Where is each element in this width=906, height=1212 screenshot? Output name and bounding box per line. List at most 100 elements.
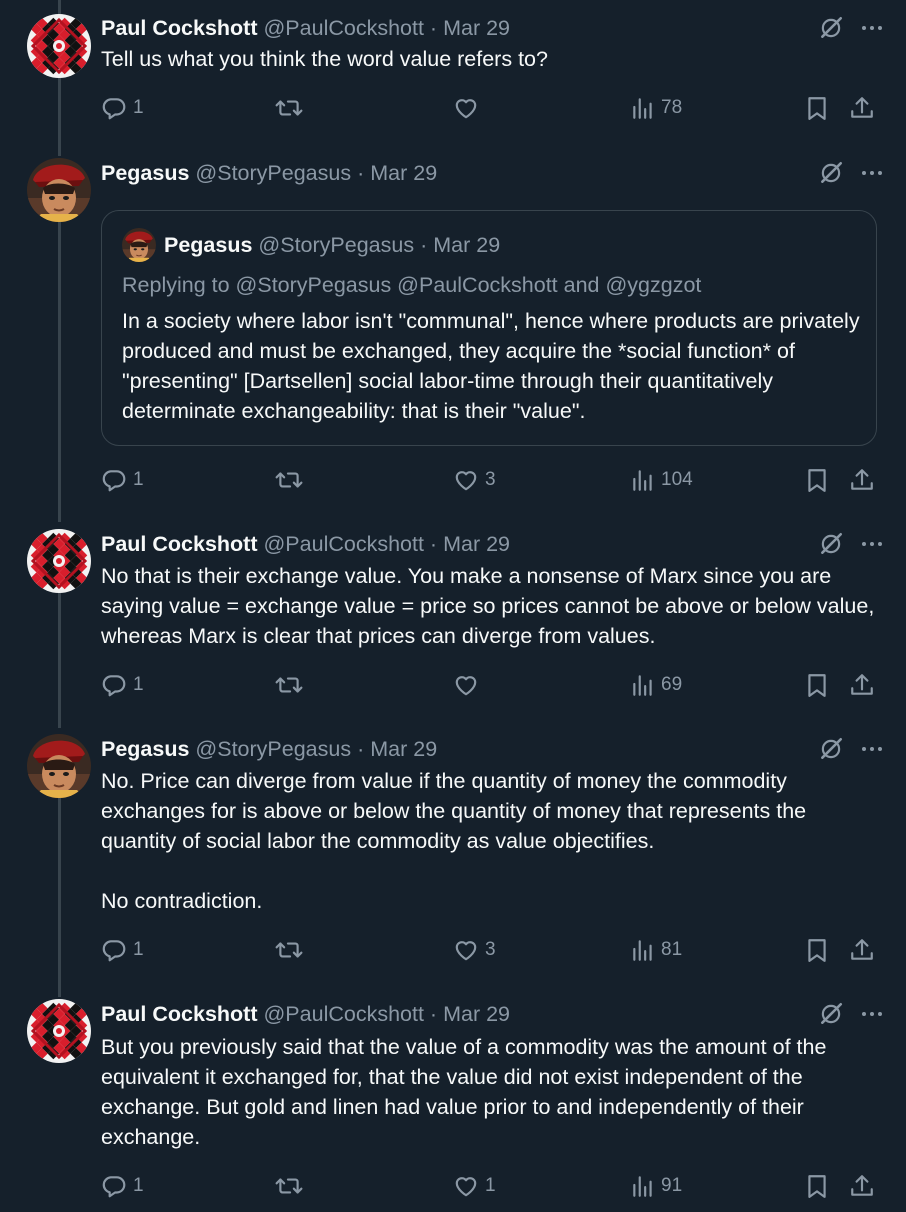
retweet-icon [275, 937, 303, 963]
like-button[interactable] [453, 93, 485, 123]
quoted-avatar [122, 228, 156, 262]
separator: · [420, 232, 428, 257]
tweet-actions: 1 69 [101, 670, 881, 700]
retweet-icon [275, 672, 303, 698]
avatar[interactable] [27, 14, 91, 78]
reply-icon [101, 95, 127, 121]
like-button[interactable] [453, 670, 485, 700]
like-count: 1 [485, 1175, 496, 1196]
views-button[interactable]: 104 [631, 465, 693, 495]
views-count: 69 [661, 674, 683, 695]
avatar[interactable] [27, 529, 91, 593]
retweet-button[interactable] [275, 1171, 309, 1201]
bookmark-button[interactable] [805, 1171, 829, 1201]
bookmark-button[interactable] [805, 93, 829, 123]
bookmark-icon [805, 937, 829, 963]
tweet-header: Pegasus @StoryPegasus · Mar 29 [101, 158, 437, 188]
bookmark-icon [805, 95, 829, 121]
grok-icon[interactable] [818, 15, 844, 41]
replying-to: Replying to @StoryPegasus @PaulCockshott… [122, 273, 702, 297]
grok-icon[interactable] [818, 736, 844, 762]
reply-button[interactable]: 1 [101, 465, 144, 495]
tweet-top-icons [818, 15, 884, 41]
share-button[interactable] [849, 465, 875, 495]
views-button[interactable]: 91 [631, 1171, 682, 1201]
views-button[interactable]: 78 [631, 93, 682, 123]
reply-button[interactable]: 1 [101, 93, 144, 123]
reply-button[interactable]: 1 [101, 935, 144, 965]
share-button[interactable] [849, 93, 875, 123]
tweet-date[interactable]: Mar 29 [443, 532, 510, 556]
author-name[interactable]: Paul Cockshott [101, 532, 258, 556]
bookmark-icon [805, 1173, 829, 1199]
grok-icon[interactable] [818, 160, 844, 186]
share-icon [849, 672, 875, 698]
quoted-author-handle: @StoryPegasus [258, 232, 415, 257]
quoted-tweet-header: Pegasus @StoryPegasus · Mar 29 [122, 228, 501, 262]
author-handle[interactable]: @PaulCockshott [263, 532, 423, 556]
reply-button[interactable]: 1 [101, 670, 144, 700]
views-button[interactable]: 69 [631, 670, 682, 700]
author-name[interactable]: Pegasus [101, 737, 189, 761]
like-button[interactable]: 3 [453, 465, 496, 495]
quoted-author-name: Pegasus [164, 232, 253, 257]
retweet-icon [275, 1173, 303, 1199]
avatar[interactable] [27, 999, 91, 1063]
tweet-actions: 1 78 [101, 93, 881, 123]
like-icon [453, 1173, 479, 1199]
reply-button[interactable]: 1 [101, 1171, 144, 1201]
bookmark-button[interactable] [805, 465, 829, 495]
tweet-text: No. Price can diverge from value if the … [101, 769, 807, 913]
separator: · [357, 161, 365, 185]
quoted-tweet-date: Mar 29 [433, 232, 501, 257]
bookmark-button[interactable] [805, 670, 829, 700]
author-handle[interactable]: @StoryPegasus [195, 161, 351, 185]
views-icon [631, 95, 655, 121]
views-count: 78 [661, 97, 683, 118]
bookmark-button[interactable] [805, 935, 829, 965]
avatar[interactable] [27, 734, 91, 798]
quoted-tweet[interactable]: Pegasus @StoryPegasus · Mar 29 Replying … [101, 210, 877, 446]
retweet-button[interactable] [275, 93, 309, 123]
more-icon[interactable] [860, 1002, 884, 1026]
more-icon[interactable] [860, 16, 884, 40]
tweet-top-icons [818, 531, 884, 557]
views-button[interactable]: 81 [631, 935, 682, 965]
share-button[interactable] [849, 935, 875, 965]
reply-icon [101, 467, 127, 493]
more-icon[interactable] [860, 737, 884, 761]
share-icon [849, 1173, 875, 1199]
author-handle[interactable]: @PaulCockshott [263, 1002, 423, 1026]
grok-icon[interactable] [818, 1001, 844, 1027]
author-handle[interactable]: @PaulCockshott [263, 16, 423, 40]
retweet-button[interactable] [275, 465, 309, 495]
more-icon[interactable] [860, 532, 884, 556]
retweet-button[interactable] [275, 935, 309, 965]
quoted-tweet-text: In a society where labor isn't "communal… [122, 309, 860, 423]
views-count: 91 [661, 1175, 683, 1196]
tweet-date[interactable]: Mar 29 [443, 16, 510, 40]
tweet-date[interactable]: Mar 29 [443, 1002, 510, 1026]
author-name[interactable]: Pegasus [101, 161, 189, 185]
tweet-date[interactable]: Mar 29 [370, 161, 437, 185]
avatar[interactable] [27, 158, 91, 222]
share-button[interactable] [849, 670, 875, 700]
grok-icon[interactable] [818, 531, 844, 557]
tweet-text: No that is their exchange value. You mak… [101, 564, 881, 648]
author-handle[interactable]: @StoryPegasus [195, 737, 351, 761]
retweet-icon [275, 467, 303, 493]
views-count: 81 [661, 939, 683, 960]
tweet-actions: 1 3 104 [101, 465, 881, 495]
tweet-actions: 1 1 91 [101, 1171, 881, 1201]
reply-count: 1 [133, 939, 144, 960]
author-name[interactable]: Paul Cockshott [101, 16, 258, 40]
more-icon[interactable] [860, 161, 884, 185]
like-button[interactable]: 3 [453, 935, 496, 965]
bookmark-icon [805, 467, 829, 493]
tweet-date[interactable]: Mar 29 [370, 737, 437, 761]
author-name[interactable]: Paul Cockshott [101, 1002, 258, 1026]
retweet-button[interactable] [275, 670, 309, 700]
like-button[interactable]: 1 [453, 1171, 496, 1201]
share-button[interactable] [849, 1171, 875, 1201]
share-icon [849, 937, 875, 963]
